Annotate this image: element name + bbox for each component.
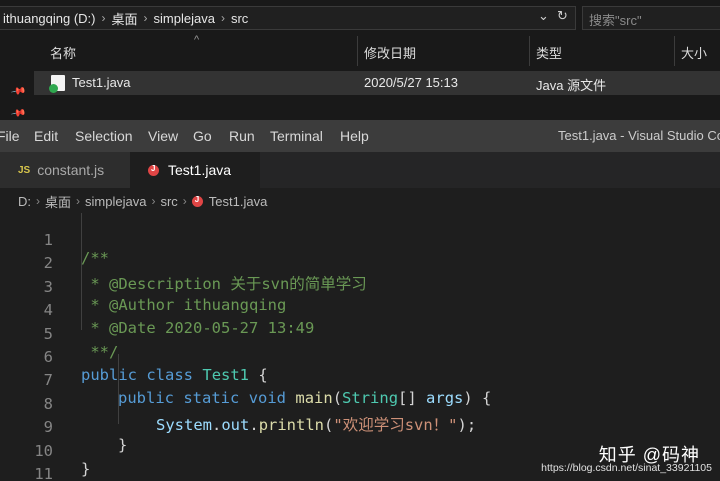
- chevron-right-icon: ›: [36, 194, 40, 208]
- file-modified: 2020/5/27 15:13: [364, 75, 458, 90]
- code-line: 6 public class Test1 {: [0, 330, 720, 384]
- code-line: 4 * @Date 2020-05-27 13:49: [0, 283, 720, 337]
- menu-help[interactable]: Help: [340, 128, 369, 144]
- menu-selection[interactable]: Selection: [75, 128, 133, 144]
- tab-constant-js[interactable]: JS constant.js: [0, 152, 130, 188]
- chevron-down-icon[interactable]: ⌄: [538, 8, 549, 24]
- code-line: 9 }: [0, 400, 720, 454]
- column-divider[interactable]: [529, 36, 530, 66]
- menu-go[interactable]: Go: [193, 128, 212, 144]
- code-line: 8 System.out.println("欢迎学习svn！");: [0, 377, 720, 434]
- search-input[interactable]: 搜索"src": [582, 6, 720, 30]
- breadcrumb-desktop[interactable]: 桌面: [45, 192, 71, 211]
- column-name[interactable]: 名称: [50, 43, 76, 62]
- file-row[interactable]: Test1.java 2020/5/27 15:13 Java 源文件: [34, 71, 720, 95]
- tab-label: Test1.java: [168, 162, 232, 178]
- column-divider[interactable]: [674, 36, 675, 66]
- watermark-url: https://blog.csdn.net/sinat_33921105: [541, 462, 712, 474]
- chevron-right-icon: ›: [182, 194, 187, 208]
- address-bar[interactable]: ithuangqing (D:) › 桌面 › simplejava › src: [0, 6, 576, 30]
- menu-file[interactable]: File: [0, 128, 20, 144]
- chevron-right-icon[interactable]: ›: [141, 11, 151, 25]
- menu-terminal[interactable]: Terminal: [270, 128, 323, 144]
- menubar: File Edit Selection View Go Run Terminal…: [0, 120, 720, 152]
- column-type[interactable]: 类型: [536, 43, 562, 62]
- tab-test1-java[interactable]: Test1.java: [130, 152, 260, 188]
- column-size[interactable]: 大小: [681, 43, 707, 62]
- line-number: 11: [34, 465, 53, 481]
- java-file-icon: [148, 164, 159, 176]
- tab-label: constant.js: [37, 162, 105, 178]
- code-line: 2 * @Description 关于svn的简单学习: [0, 236, 720, 293]
- java-file-icon: [49, 75, 65, 93]
- breadcrumb-drive[interactable]: D:: [18, 194, 31, 209]
- column-modified[interactable]: 修改日期: [364, 43, 416, 62]
- menu-run[interactable]: Run: [229, 128, 255, 144]
- column-header-row: ^ 名称 修改日期 类型 大小: [34, 34, 720, 66]
- refresh-icon[interactable]: ↻: [557, 8, 568, 24]
- java-file-icon: [191, 195, 203, 207]
- editor-tab-bar: JS constant.js Test1.java: [0, 152, 720, 188]
- menu-view[interactable]: View: [148, 128, 178, 144]
- pin-icon[interactable]: 📌: [10, 83, 27, 99]
- path-segment-src[interactable]: src: [228, 11, 251, 26]
- code-line: 1 /**: [0, 213, 720, 267]
- path-segment-simplejava[interactable]: simplejava: [151, 11, 218, 26]
- path-segment-desktop[interactable]: 桌面: [109, 9, 141, 28]
- file-explorer-window: ithuangqing (D:) › 桌面 › simplejava › src…: [0, 0, 720, 122]
- chevron-right-icon: ›: [76, 194, 81, 208]
- js-file-icon: JS: [18, 164, 31, 176]
- file-name: Test1.java: [72, 75, 131, 90]
- code-line: 3 * @Author ithuangqing: [0, 260, 720, 314]
- column-divider[interactable]: [357, 36, 358, 66]
- breadcrumb-file[interactable]: Test1.java: [209, 194, 268, 209]
- breadcrumb-simplejava[interactable]: simplejava: [85, 194, 146, 209]
- chevron-right-icon: ›: [151, 194, 156, 208]
- breadcrumb: D: › 桌面 › simplejava › src › Test1.java: [0, 190, 720, 212]
- window-title: Test1.java - Visual Studio Code: [558, 128, 720, 143]
- file-type: Java 源文件: [536, 78, 607, 93]
- breadcrumb-src[interactable]: src: [160, 194, 177, 209]
- code-line: 5 **/: [0, 307, 720, 361]
- path-segment-drive[interactable]: ithuangqing (D:): [0, 11, 99, 26]
- chevron-right-icon[interactable]: ›: [218, 11, 228, 25]
- code-line: 7 public static void main(String[] args)…: [0, 353, 720, 407]
- chevron-right-icon[interactable]: ›: [99, 11, 109, 25]
- menu-edit[interactable]: Edit: [34, 128, 58, 144]
- sort-ascending-icon: ^: [194, 34, 200, 46]
- address-row: ithuangqing (D:) › 桌面 › simplejava › src…: [0, 0, 720, 34]
